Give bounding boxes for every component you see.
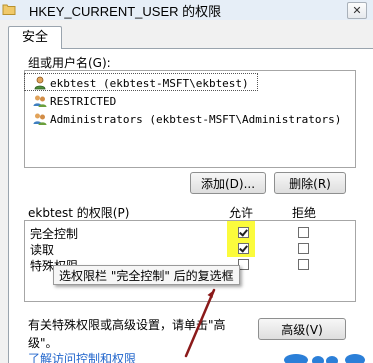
permissions-dialog: HKEY_CURRENT_USER 的权限 ✕ 安全 组或用户名(G): ekb… [0,0,373,363]
arrow-annotation [184,288,216,358]
